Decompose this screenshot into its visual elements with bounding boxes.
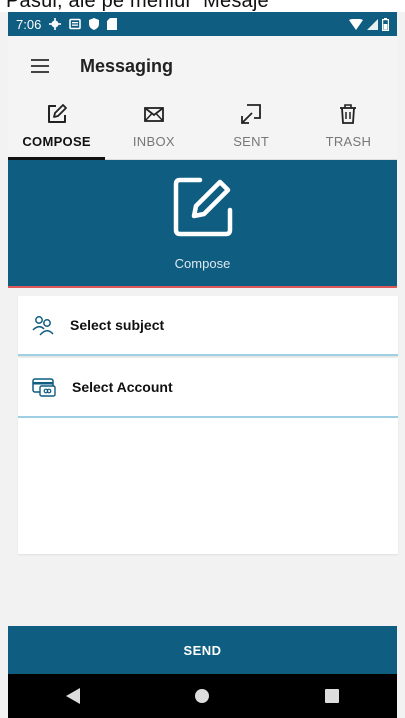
system-navigation-bar bbox=[8, 674, 397, 718]
tab-compose-label: COMPOSE bbox=[22, 134, 91, 149]
app-bar: Messaging bbox=[8, 36, 397, 96]
hamburger-icon bbox=[31, 59, 49, 73]
page-title: Messaging bbox=[80, 55, 174, 76]
compose-icon bbox=[47, 104, 67, 123]
envelope-icon bbox=[143, 107, 164, 122]
recents-icon bbox=[325, 689, 340, 703]
settings-icon bbox=[49, 18, 62, 30]
tab-trash[interactable]: TRASH bbox=[300, 96, 397, 159]
compose-header: Compose bbox=[8, 160, 397, 288]
shield-icon bbox=[89, 18, 100, 30]
select-account-row[interactable]: Select Account bbox=[18, 358, 398, 418]
compose-icon bbox=[173, 177, 232, 237]
sent-icon bbox=[241, 104, 262, 124]
home-icon bbox=[195, 689, 210, 703]
message-body-area[interactable] bbox=[18, 418, 398, 554]
home-button[interactable] bbox=[182, 676, 222, 716]
notification-icon bbox=[69, 18, 82, 30]
compose-form: Select subject Select Account bbox=[8, 288, 398, 626]
back-button[interactable] bbox=[53, 676, 93, 716]
menu-button[interactable] bbox=[16, 42, 64, 90]
tab-sent[interactable]: SENT bbox=[203, 96, 300, 159]
tab-inbox[interactable]: INBOX bbox=[105, 96, 202, 159]
tab-inbox-label: INBOX bbox=[132, 134, 175, 149]
status-bar: 7:06 bbox=[8, 12, 397, 36]
send-button[interactable]: SEND bbox=[8, 626, 397, 674]
back-icon bbox=[65, 688, 80, 704]
tab-trash-label: TRASH bbox=[325, 134, 372, 149]
card-icon bbox=[32, 378, 56, 397]
sd-card-icon bbox=[107, 18, 118, 30]
tab-sent-label: SENT bbox=[233, 134, 270, 149]
send-button-label: SEND bbox=[183, 642, 222, 658]
compose-header-label: Compose bbox=[174, 256, 231, 271]
battery-icon bbox=[382, 17, 389, 31]
recents-button[interactable] bbox=[312, 676, 352, 716]
select-account-label: Select Account bbox=[72, 379, 173, 395]
tab-compose[interactable]: COMPOSE bbox=[8, 96, 106, 160]
select-subject-label: Select subject bbox=[70, 317, 165, 333]
trash-icon bbox=[340, 104, 357, 124]
caption-text: Pasul, ale pe meniul "Mesaje" bbox=[6, 0, 277, 12]
cropped-caption: Pasul, ale pe meniul "Mesaje" bbox=[0, 0, 405, 12]
status-time: 7:06 bbox=[16, 16, 42, 32]
select-subject-row[interactable]: Select subject bbox=[18, 296, 398, 356]
signal-icon bbox=[367, 18, 378, 30]
tab-bar: COMPOSE INBOX SENT TRASH bbox=[8, 96, 397, 160]
wifi-icon bbox=[349, 18, 363, 30]
people-icon bbox=[32, 316, 54, 336]
